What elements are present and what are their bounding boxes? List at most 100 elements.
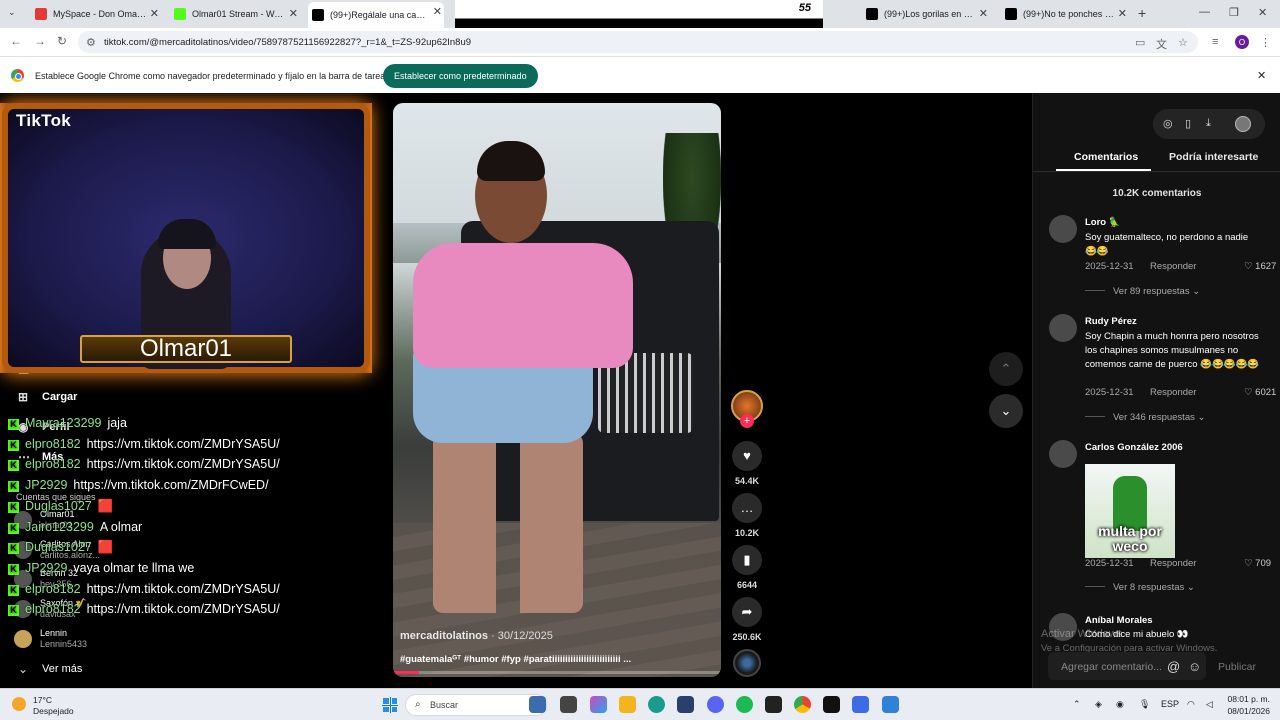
reply-button[interactable]: Responder [1150, 261, 1196, 272]
close-tab-icon[interactable]: ✕ [150, 7, 159, 20]
infobar-close-icon[interactable]: ✕ [1257, 69, 1266, 82]
bookmark-star-icon[interactable]: ☆ [1178, 36, 1188, 49]
tab-suggested[interactable]: Podría interesarte [1169, 151, 1258, 163]
comment-author[interactable]: Aníbal Morales [1085, 615, 1153, 626]
clock-date[interactable]: 08/01/2026 [1226, 706, 1270, 716]
tiktok-taskbar-icon[interactable] [823, 696, 840, 713]
minimize-icon[interactable]: — [1199, 6, 1210, 18]
reload-icon[interactable]: ↻ [57, 34, 67, 48]
taskbar-search-placeholder[interactable]: Buscar [430, 700, 458, 710]
tray-chevron-icon[interactable]: ⌃ [1073, 699, 1081, 710]
comment-icon[interactable]: … [732, 493, 762, 523]
music-disc-icon[interactable] [733, 649, 761, 677]
next-video-button[interactable]: ⌄ [989, 394, 1023, 428]
file-explorer-icon[interactable] [619, 696, 636, 713]
user-avatar[interactable] [1235, 116, 1251, 132]
clock-time[interactable]: 08:01 p. m. [1226, 694, 1270, 704]
mention-icon[interactable]: @ [1167, 659, 1180, 674]
obs-icon[interactable] [765, 696, 782, 713]
app-icon-active[interactable] [852, 696, 869, 713]
share-arrow-icon[interactable]: ➦ [732, 597, 762, 627]
close-tab-icon[interactable]: ✕ [1118, 7, 1127, 20]
emoji-icon[interactable]: ☺ [1188, 659, 1201, 674]
forward-arrow-icon[interactable]: → [34, 34, 46, 48]
fish-app-icon[interactable] [529, 696, 546, 713]
close-tab-icon[interactable]: ✕ [979, 7, 988, 20]
view-replies[interactable]: Ver 346 respuestas ⌄ [1085, 412, 1205, 423]
comment-input-placeholder[interactable]: Agregar comentario... [1061, 661, 1162, 673]
like-action[interactable]: ♥ 54.4K [731, 441, 763, 486]
language-indicator[interactable]: ESP [1161, 699, 1179, 709]
reply-button[interactable]: Responder [1150, 558, 1196, 569]
comment-author[interactable]: Carlos González 2006 [1085, 442, 1183, 453]
avatar[interactable] [1049, 440, 1077, 468]
nav-upload[interactable]: ⊞ Cargar [18, 390, 77, 404]
url-text[interactable]: tiktok.com/@mercaditolatinos/video/75897… [104, 37, 471, 48]
comment-author[interactable]: Rudy Pérez [1085, 316, 1137, 327]
comment-sticker-image[interactable]: multa por weco [1085, 464, 1175, 558]
video-caption[interactable]: #guatemalaᴳᵀ #humor #fyp #paratiiiiiiiii… [400, 654, 631, 665]
comment-action[interactable]: … 10.2K [731, 493, 763, 538]
tray-security-icon[interactable]: ◉ [1116, 699, 1124, 710]
translate-icon[interactable]: 文 [1156, 36, 1167, 52]
bookmark-icon[interactable]: ▮ [732, 545, 762, 575]
taskview-icon[interactable] [560, 696, 577, 713]
copilot-icon[interactable] [590, 696, 607, 713]
avatar[interactable] [1049, 215, 1077, 243]
back-arrow-icon[interactable]: ← [10, 34, 22, 48]
browser-tab[interactable]: Olmar01 Stream - Watch ✕ [170, 4, 300, 24]
discord-icon[interactable] [707, 696, 724, 713]
publish-button[interactable]: Publicar [1218, 661, 1256, 673]
view-replies[interactable]: Ver 89 respuestas ⌄ [1085, 286, 1200, 297]
comment-author[interactable]: Loro 🦜 [1085, 217, 1121, 228]
reply-button[interactable]: Responder [1150, 387, 1196, 398]
close-tab-icon[interactable]: ✕ [433, 5, 442, 18]
volume-icon[interactable]: ◁ [1206, 699, 1213, 710]
chrome-menu-icon[interactable]: ⋮ [1260, 36, 1271, 49]
video-player[interactable]: mercaditolatinos · 30/12/2025 #guatemala… [393, 103, 721, 677]
compass-icon[interactable]: ◎ [1163, 117, 1173, 130]
browser-tab[interactable]: MySpace - Don Omar, Wi ✕ [31, 4, 161, 24]
weather-temp[interactable]: 17°C [33, 695, 52, 705]
tab-comments[interactable]: Comentarios [1074, 151, 1138, 163]
reading-list-icon[interactable]: ≡ [1212, 36, 1218, 48]
cast-icon[interactable]: ▭ [1135, 36, 1145, 49]
browser-tab[interactable]: (99+)No te ponches 🍓🍓✕ [1001, 4, 1129, 24]
avatar[interactable] [1049, 314, 1077, 342]
taskbar-search[interactable] [405, 694, 547, 716]
like-count[interactable]: ♡ 6021 [1244, 387, 1276, 398]
weather-icon[interactable] [12, 697, 26, 711]
edge-icon[interactable] [648, 696, 665, 713]
set-default-button[interactable]: Establecer como predeterminado [383, 64, 538, 88]
store-icon[interactable] [677, 696, 694, 713]
new-tab-button[interactable]: + [1138, 5, 1146, 21]
share-action[interactable]: ➦ 250.6K [731, 597, 763, 642]
phone-icon[interactable]: ▯ [1185, 117, 1191, 130]
like-count[interactable]: ♡ 1627 [1244, 261, 1276, 272]
microphone-icon[interactable]: 🎙 [1139, 699, 1150, 710]
view-replies[interactable]: Ver 8 respuestas ⌄ [1085, 582, 1195, 593]
profile-avatar[interactable]: O [1235, 35, 1249, 49]
previous-video-button[interactable]: ⌃ [989, 352, 1023, 386]
close-tab-icon[interactable]: ✕ [289, 7, 298, 20]
maximize-icon[interactable]: ❐ [1229, 6, 1239, 19]
follow-plus-icon[interactable]: + [740, 414, 754, 428]
heart-icon[interactable]: ♥ [732, 441, 762, 471]
video-author[interactable]: mercaditolatinos · 30/12/2025 [400, 630, 553, 642]
spotify-icon[interactable] [736, 696, 753, 713]
site-info-icon[interactable]: ⚙ [86, 36, 96, 49]
photos-icon[interactable] [882, 696, 899, 713]
start-button[interactable] [382, 697, 398, 713]
close-window-icon[interactable]: ✕ [1258, 6, 1267, 19]
tab-search-dropdown-icon[interactable]: ⌄ [8, 7, 16, 18]
browser-tab[interactable]: (99+)Regálale una camion ✕ [308, 2, 444, 28]
tray-app-icon[interactable]: ◈ [1095, 699, 1102, 710]
weather-desc[interactable]: Despejado [33, 706, 74, 716]
video-progress-bar[interactable] [393, 671, 721, 674]
wifi-icon[interactable]: ◠ [1187, 699, 1195, 710]
download-icon[interactable]: ⤓ [1206, 117, 1211, 130]
chrome-taskbar-icon[interactable] [794, 696, 811, 713]
see-more-button[interactable]: ⌄ Ver más [18, 662, 82, 676]
save-action[interactable]: ▮ 6644 [731, 545, 763, 590]
like-count[interactable]: ♡ 709 [1244, 558, 1271, 569]
